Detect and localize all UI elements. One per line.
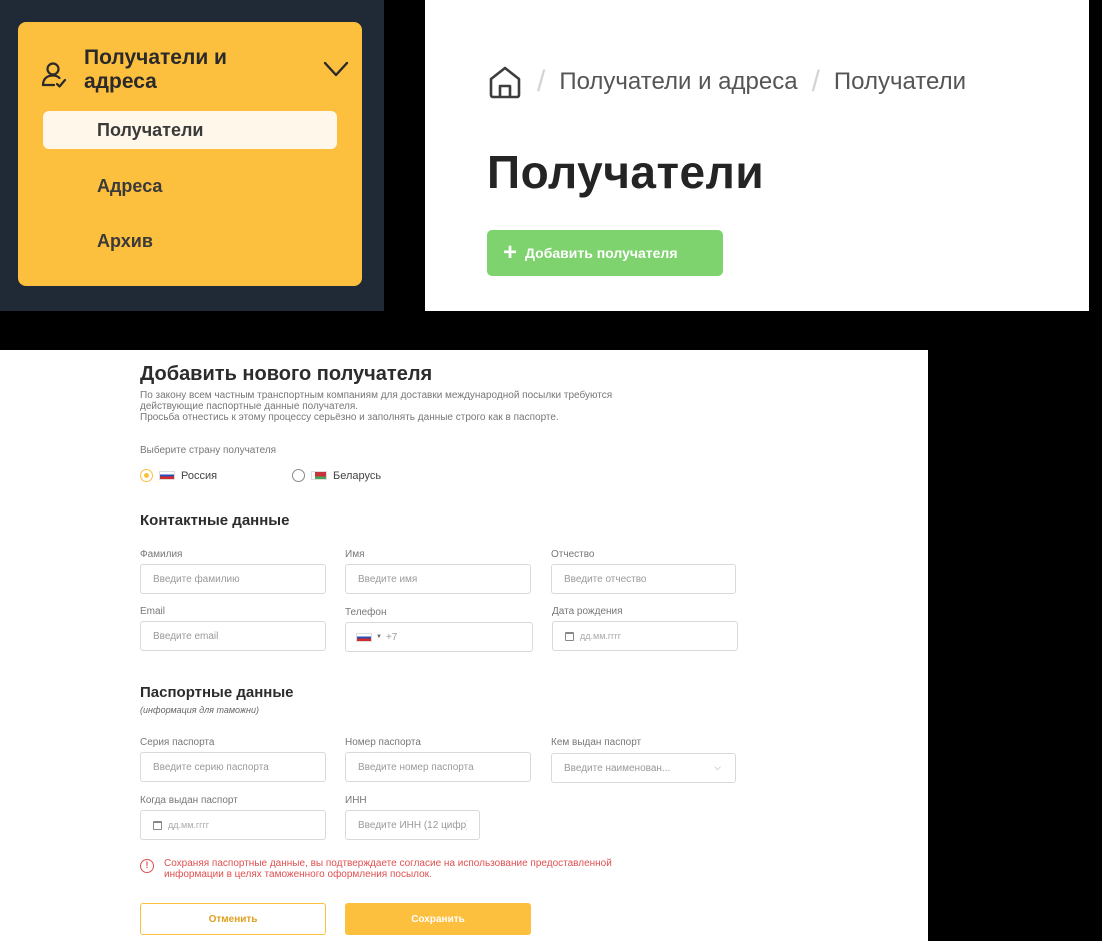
inn-field[interactable] — [345, 810, 480, 840]
sidebar-item-addresses[interactable]: Адреса — [43, 167, 337, 205]
plus-icon: + — [503, 239, 518, 266]
save-button[interactable]: Сохранить — [345, 903, 531, 935]
radio-selected-icon — [140, 469, 153, 482]
email-label: Email — [140, 606, 166, 617]
breadcrumb-item-recipients: Получатели — [833, 68, 966, 95]
chevron-down-icon: ⌵ — [714, 762, 721, 772]
form-note-line: действующие паспортные данные получателя… — [140, 401, 359, 412]
page-header-panel: / Получатели и адреса / Получатели Получ… — [425, 0, 1089, 311]
country-label: Выберите страну получателя — [140, 445, 277, 456]
issue-date-placeholder: дд.мм.гггг — [168, 820, 210, 830]
add-recipient-button[interactable]: + Добавить получателя — [487, 230, 723, 276]
russia-flag-icon — [159, 471, 175, 480]
radio-unselected-icon — [292, 469, 305, 482]
calendar-icon — [153, 820, 162, 830]
cancel-button[interactable]: Отменить — [140, 903, 326, 935]
passport-issued-by-select[interactable]: Введите наименован... ⌵ — [551, 753, 736, 783]
first-name-label: Имя — [345, 549, 365, 560]
form-note-line: Просьба отнестись к этому процессу серьё… — [140, 412, 559, 423]
warning-icon: ! — [140, 859, 154, 873]
belarus-flag-icon — [311, 471, 327, 480]
patronymic-field[interactable] — [551, 564, 736, 594]
form-note: По закону всем частным транспортным комп… — [140, 390, 760, 423]
patronymic-label: Отчество — [551, 549, 595, 560]
passport-section-title: Паспортные данные — [140, 684, 294, 701]
sidebar-section-card: Получатели и адреса Получатели Адреса Ар… — [18, 22, 362, 286]
inn-label: ИНН — [345, 795, 367, 806]
phone-label: Телефон — [345, 607, 387, 618]
breadcrumb: / Получатели и адреса / Получатели — [487, 62, 966, 102]
sidebar-section-title: Получатели и адреса — [84, 46, 227, 93]
passport-series-field[interactable] — [140, 752, 326, 782]
passport-section-note: (информация для таможни) — [140, 705, 260, 715]
chevron-down-icon[interactable] — [322, 58, 350, 80]
country-radio-belarus[interactable]: Беларусь — [292, 469, 381, 482]
passport-issue-date-field[interactable]: дд.мм.гггг — [140, 810, 326, 840]
phone-field[interactable]: ▼ +7 — [345, 622, 533, 652]
last-name-field[interactable] — [140, 564, 326, 594]
passport-series-label: Серия паспорта — [140, 737, 215, 748]
phone-prefix: +7 — [385, 631, 398, 643]
consent-text: Сохраняя паспортные данные, вы подтвержд… — [164, 858, 612, 880]
breadcrumb-separator: / — [811, 65, 820, 98]
country-radio-russia[interactable]: Россия — [140, 469, 217, 482]
country-radio-label: Беларусь — [333, 469, 382, 482]
passport-issued-by-label: Кем выдан паспорт — [551, 737, 642, 748]
passport-number-label: Номер паспорта — [345, 737, 421, 748]
add-recipient-label: Добавить получателя — [525, 245, 678, 261]
contact-section-title: Контактные данные — [140, 512, 290, 529]
home-icon[interactable] — [487, 64, 523, 100]
email-field[interactable] — [140, 621, 326, 651]
consent-warning: ! Сохраняя паспортные данные, вы подтвер… — [140, 858, 634, 880]
last-name-label: Фамилия — [140, 549, 183, 560]
issued-by-placeholder: Введите наименован... — [564, 762, 671, 774]
sidebar-section-header[interactable]: Получатели и адреса — [40, 44, 350, 98]
birth-date-placeholder: дд.мм.гггг — [580, 631, 622, 641]
calendar-icon — [565, 631, 574, 641]
first-name-field[interactable] — [345, 564, 531, 594]
passport-number-field[interactable] — [345, 752, 531, 782]
passport-issue-date-label: Когда выдан паспорт — [140, 795, 238, 806]
birth-date-label: Дата рождения — [552, 606, 623, 617]
dropdown-arrow-icon[interactable]: ▼ — [376, 634, 382, 640]
sidebar-panel: Получатели и адреса Получатели Адреса Ар… — [0, 0, 384, 311]
breadcrumb-item-recipients-addresses[interactable]: Получатели и адреса — [559, 68, 797, 96]
add-recipient-form: Добавить нового получателя По закону все… — [0, 350, 928, 941]
user-icon — [41, 62, 67, 88]
form-title: Добавить нового получателя — [140, 363, 433, 385]
sidebar-item-archive[interactable]: Архив — [43, 222, 337, 260]
russia-flag-icon — [356, 632, 372, 642]
birth-date-field[interactable]: дд.мм.гггг — [552, 621, 738, 651]
breadcrumb-separator: / — [537, 65, 546, 98]
form-note-line: По закону всем частным транспортным комп… — [140, 390, 613, 401]
page-title: Получатели — [487, 146, 765, 198]
sidebar-item-recipients[interactable]: Получатели — [43, 111, 337, 149]
country-radio-label: Россия — [181, 469, 218, 482]
